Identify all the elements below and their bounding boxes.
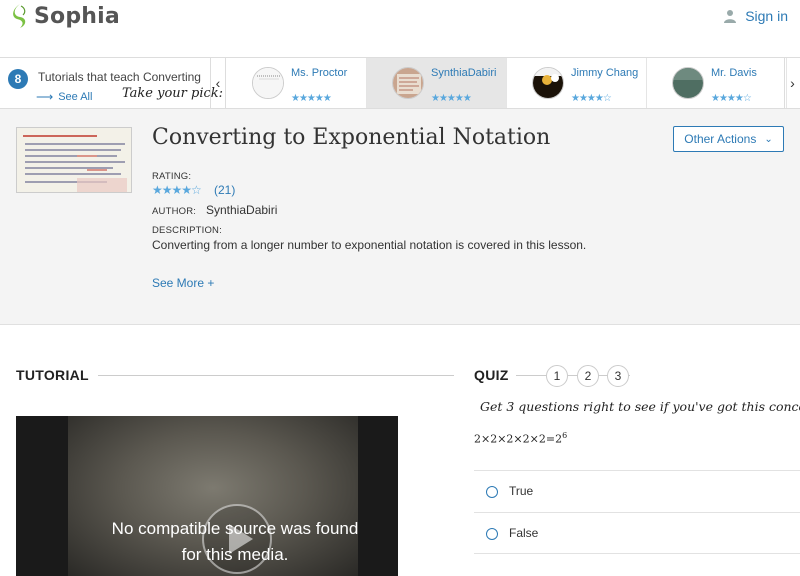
tutorial-heading: TUTORIAL: [16, 367, 89, 383]
teacher-thumbnail: [532, 67, 564, 99]
teacher-rating-stars: ★★★★★: [431, 93, 472, 104]
see-more-link[interactable]: See More +: [152, 276, 214, 290]
tutorial-carousel: 8 Tutorials that teach Converting ⟶ See …: [0, 57, 800, 109]
teacher-card-synthiadabiri[interactable]: SynthiaDabiri ★★★★★: [367, 58, 507, 108]
video-error-line1: No compatible source was found: [111, 519, 359, 538]
chevron-down-icon: ⌄: [764, 133, 773, 145]
person-icon: [724, 10, 737, 23]
sign-in-label: Sign in: [745, 8, 788, 24]
other-actions-button[interactable]: Other Actions ⌄: [673, 126, 784, 152]
quiz-heading: QUIZ: [474, 367, 509, 383]
carousel-intro-text: Tutorials that teach Converting: [38, 70, 201, 84]
rating-label: RATING:: [152, 171, 192, 182]
quiz-prompt: Get 3 questions right to see if you've g…: [480, 399, 800, 414]
sign-in-link[interactable]: Sign in: [723, 8, 788, 24]
chevron-right-icon: ›: [790, 75, 795, 91]
teacher-name: Ms. Proctor: [291, 67, 348, 79]
answer-label: False: [509, 526, 539, 540]
carousel-prev-button[interactable]: ‹: [210, 58, 226, 108]
carousel-next-button[interactable]: ›: [784, 58, 800, 108]
video-error-message: No compatible source was found for this …: [16, 516, 398, 568]
quiz-question-2[interactable]: 2: [577, 365, 599, 387]
teacher-card-ms-proctor[interactable]: Ms. Proctor ★★★★★: [227, 58, 367, 108]
tutorial-divider: [98, 375, 454, 376]
teacher-rating-stars: ★★★★☆: [711, 93, 752, 104]
author-label: AUTHOR:: [152, 206, 197, 217]
logo-text: Sophia: [34, 3, 120, 29]
arrow-right-icon: ⟶: [36, 90, 54, 104]
lesson-info-panel: Converting to Exponential Notation Other…: [0, 109, 800, 325]
quiz-question-base: 2×2×2×2×2=2: [474, 432, 563, 446]
teacher-name: Mr. Davis: [711, 67, 757, 79]
rating-stars: ★★★★☆: [152, 183, 202, 197]
carousel-intro: 8 Tutorials that teach Converting ⟶ See …: [0, 58, 223, 108]
radio-button[interactable]: [486, 528, 498, 540]
video-player[interactable]: No compatible source was found for this …: [16, 416, 398, 576]
other-actions-label: Other Actions: [684, 132, 757, 146]
site-header: Sophia Sign in: [0, 0, 800, 57]
see-all-label: See All: [58, 91, 93, 103]
teacher-name: SynthiaDabiri: [431, 67, 497, 79]
teacher-thumbnail: [252, 67, 284, 99]
take-your-pick-text: Take your pick:: [122, 86, 224, 101]
answer-label: True: [509, 484, 534, 498]
description-label: DESCRIPTION:: [152, 225, 222, 236]
quiz-question-1[interactable]: 1: [546, 365, 568, 387]
teacher-rating-stars: ★★★★☆: [571, 93, 612, 104]
teacher-rating-stars: ★★★★★: [291, 93, 332, 104]
tutorial-count-badge: 8: [8, 69, 28, 89]
quiz-question-exponent: 6: [562, 431, 568, 440]
see-all-link[interactable]: ⟶ See All: [36, 90, 92, 104]
answer-option-true[interactable]: True: [474, 470, 800, 512]
quiz-question-3[interactable]: 3: [607, 365, 629, 387]
radio-button[interactable]: [486, 486, 498, 498]
sophia-logo[interactable]: Sophia: [10, 3, 120, 29]
lesson-thumbnail[interactable]: [16, 127, 132, 193]
chevron-left-icon: ‹: [215, 75, 221, 91]
lesson-description: Converting from a longer number to expon…: [152, 238, 587, 252]
teacher-card-mr-davis[interactable]: Mr. Davis ★★★★☆: [647, 58, 787, 108]
sophia-leaf-icon: [13, 4, 26, 28]
teacher-name: Jimmy Chang: [571, 67, 639, 79]
author-name: SynthiaDabiri: [206, 203, 278, 217]
video-error-line2: for this media.: [181, 545, 289, 564]
teacher-thumbnail: [392, 67, 424, 99]
teacher-thumbnail: [672, 67, 704, 99]
lesson-title: Converting to Exponential Notation: [152, 125, 551, 150]
quiz-question-text: 2×2×2×2×2=26: [474, 431, 567, 446]
answer-option-false[interactable]: False: [474, 512, 800, 554]
rating-count-link[interactable]: (21): [214, 183, 235, 197]
teacher-card-jimmy-chang[interactable]: Jimmy Chang ★★★★☆: [507, 58, 647, 108]
